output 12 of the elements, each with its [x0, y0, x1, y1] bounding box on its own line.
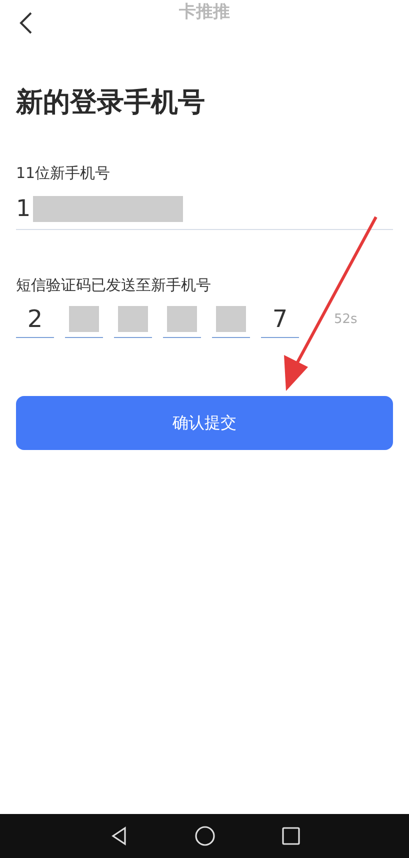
back-icon[interactable]	[18, 11, 34, 35]
countdown-timer: 52s	[334, 312, 358, 327]
recents-icon[interactable]	[280, 825, 302, 847]
field-label: 短信验证码已发送至新手机号	[16, 276, 212, 295]
page-title: 新的登录手机号	[16, 86, 206, 120]
field-label: 11位新手机号	[16, 164, 112, 183]
header-title: 卡推推	[179, 1, 230, 24]
code-digit-field[interactable]: 7	[261, 301, 299, 338]
code-digit-field[interactable]: 2	[16, 301, 54, 338]
phone-input-field[interactable]: 1	[16, 189, 393, 230]
submit-button[interactable]: 确认提交	[16, 396, 393, 450]
home-icon[interactable]	[194, 825, 216, 847]
